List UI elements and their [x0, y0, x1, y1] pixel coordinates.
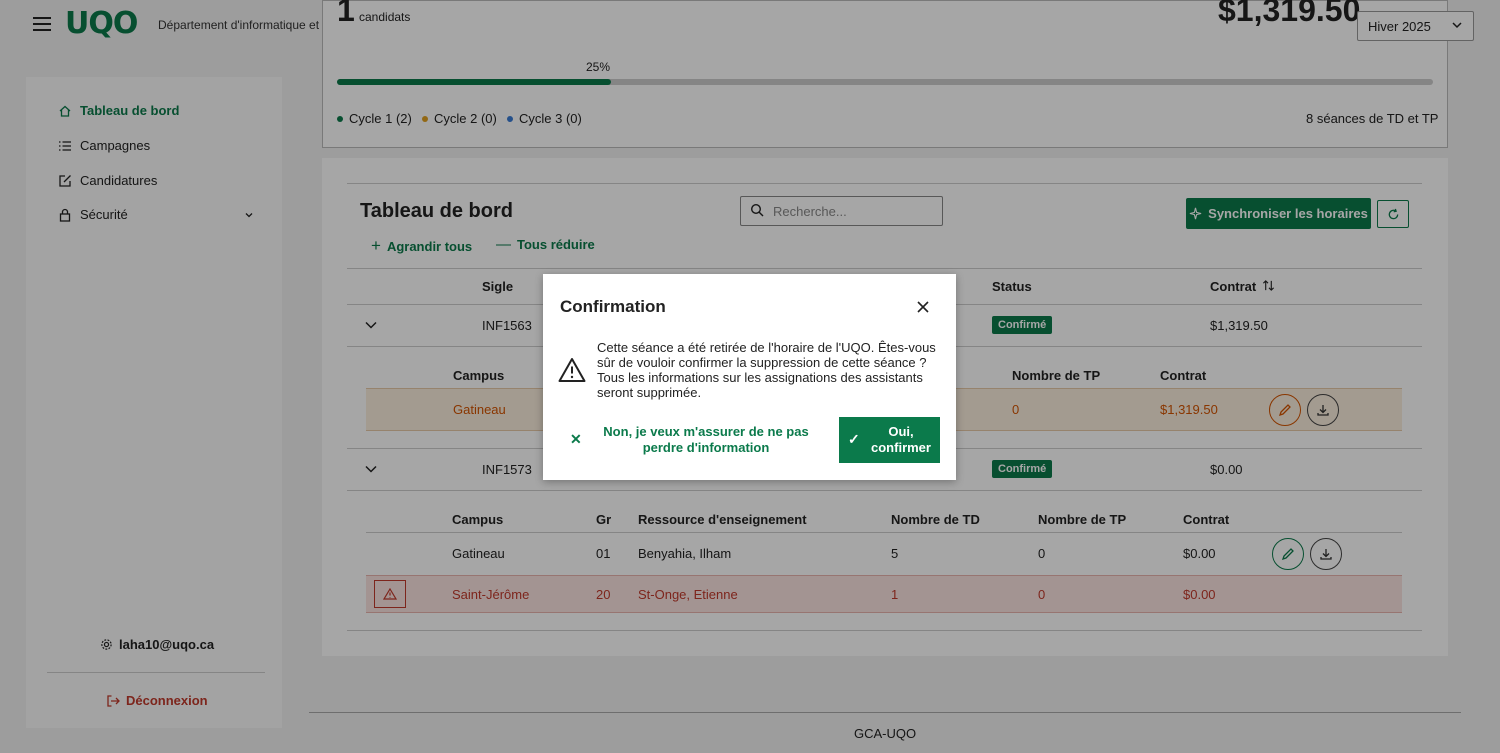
confirm-label: Oui, confirmer	[871, 424, 931, 455]
check-icon: ✓	[848, 431, 860, 447]
close-icon: ✕	[570, 431, 582, 447]
dialog-title: Confirmation	[560, 297, 666, 316]
warning-icon	[558, 358, 586, 382]
cancel-label: Non, je veux m'assurer de ne pas perdre …	[603, 424, 809, 455]
confirm-button[interactable]: ✓ Oui, confirmer	[839, 417, 940, 463]
close-icon[interactable]	[914, 298, 932, 316]
cancel-button[interactable]: ✕ Non, je veux m'assurer de ne pas perdr…	[566, 424, 824, 456]
dialog-message: Cette séance a été retirée de l'horaire …	[597, 340, 936, 400]
